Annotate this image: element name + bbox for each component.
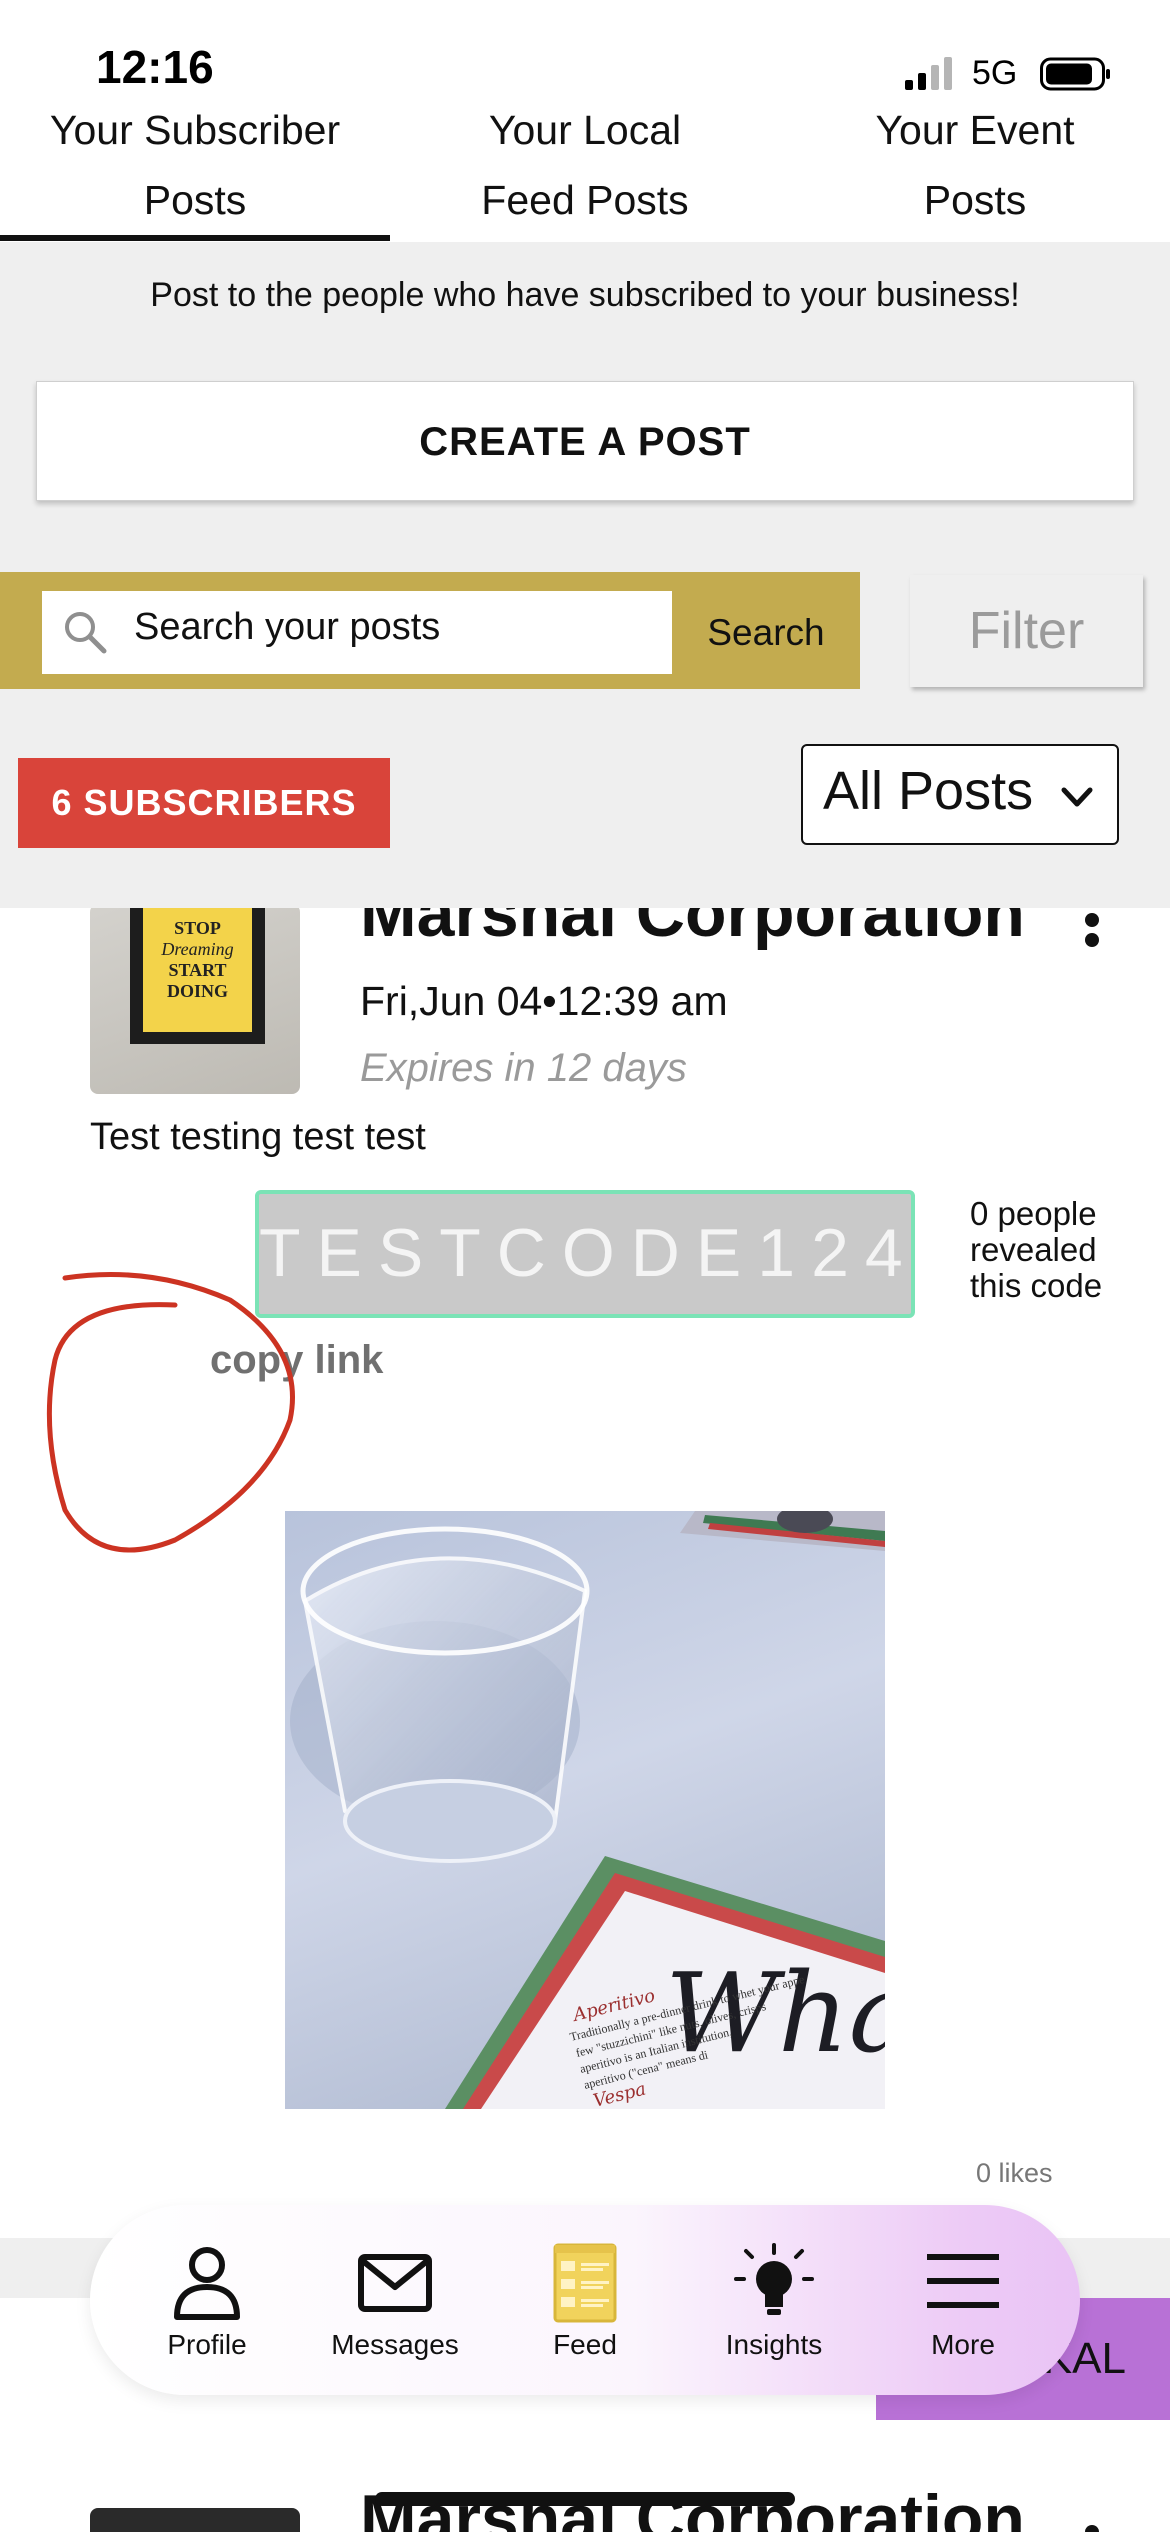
mail-icon	[358, 2254, 432, 2312]
tab-subscriber-posts[interactable]: Your Subscriber Posts	[0, 95, 390, 245]
business-name: Marshal Corporation	[360, 908, 1025, 951]
posts-filter-select[interactable]: All Posts	[801, 744, 1119, 845]
filter-button[interactable]: Filter	[910, 575, 1143, 687]
tab-label: Your Local	[488, 107, 682, 153]
reveal-line: revealed	[970, 1231, 1097, 1268]
poster-word: Dreaming	[161, 939, 234, 959]
subscribers-count-badge[interactable]: 6 SUBSCRIBERS	[18, 758, 390, 848]
create-post-button[interactable]: CREATE A POST	[36, 381, 1134, 501]
likes-count[interactable]: 0 likes	[976, 2158, 1053, 2189]
status-time: 12:16	[96, 41, 214, 93]
post-card: STOP Dreaming START DOING Marshal Corpor…	[0, 908, 1170, 2238]
photo-illustration: What Aperitivo Traditionally a pre-dinne…	[290, 1511, 885, 2109]
nav-messages[interactable]: Messages	[300, 2205, 490, 2395]
nav-more[interactable]: More	[868, 2205, 1058, 2395]
business-avatar[interactable]: STOP Dreaming START DOING	[90, 908, 300, 1094]
post-body: Test testing test test	[90, 1116, 426, 1158]
lightbulb-icon	[734, 2243, 814, 2315]
battery-icon	[1040, 57, 1110, 91]
tab-label: Your Event	[875, 107, 1075, 153]
promo-code[interactable]: TESTCODE124	[255, 1190, 915, 1318]
nav-profile[interactable]: Profile	[112, 2205, 302, 2395]
tab-event-posts[interactable]: Your Event Posts	[780, 95, 1170, 245]
reveal-line: this code	[970, 1267, 1103, 1304]
bottom-nav: Profile Messages Feed Insights More	[90, 2205, 1080, 2395]
poster-word: STOP	[174, 918, 221, 938]
tab-label: Posts	[143, 177, 247, 223]
kebab-menu-icon[interactable]	[1078, 908, 1106, 968]
poster-text: STOP Dreaming START DOING	[143, 918, 252, 1002]
tab-label: Your Subscriber	[49, 107, 341, 153]
intro-text: Post to the people who have subscribed t…	[150, 276, 1020, 314]
tab-label: Posts	[923, 177, 1027, 223]
poster-word: DOING	[166, 981, 228, 1001]
person-icon	[174, 2247, 240, 2320]
network-label: 5G	[972, 54, 1018, 92]
business-name: Marshal Corporation	[360, 2481, 1025, 2532]
active-tab-indicator	[0, 235, 390, 241]
nav-feed[interactable]: Feed	[490, 2205, 680, 2395]
nav-label: Messages	[331, 2329, 459, 2360]
chevron-down-icon	[1061, 787, 1093, 807]
post-date: Fri,Jun 04•12:39 am	[360, 978, 728, 1024]
annotation-circle	[46, 1271, 295, 1553]
nav-label: Insights	[725, 2329, 823, 2360]
reveal-line: 0 people	[970, 1195, 1097, 1232]
nav-label: Feed	[553, 2329, 617, 2360]
search-placeholder: Search your posts	[134, 606, 441, 648]
nav-label: More	[931, 2329, 995, 2360]
post-type-tabs: Your Subscriber Posts Your Local Feed Po…	[0, 95, 1170, 245]
home-indicator[interactable]	[375, 2492, 795, 2506]
code-reveal-count: 0 people revealed this code	[970, 1196, 1170, 1304]
search-icon	[65, 612, 107, 654]
feed-icon	[553, 2243, 617, 2323]
poster-word: START	[168, 960, 227, 980]
tab-local-feed-posts[interactable]: Your Local Feed Posts	[390, 95, 780, 245]
nav-label: Profile	[167, 2329, 247, 2360]
status-bar: 12:16 5G	[0, 0, 1170, 100]
kebab-menu-icon[interactable]	[1078, 2518, 1106, 2532]
menu-icon	[927, 2254, 999, 2308]
posts-select-value: All Posts	[823, 761, 1034, 821]
business-avatar[interactable]	[90, 2508, 300, 2532]
post-photo[interactable]: What Aperitivo Traditionally a pre-dinne…	[285, 1511, 885, 2109]
tab-label: Feed Posts	[481, 177, 689, 223]
search-button[interactable]: Search	[672, 591, 860, 674]
post-expiry: Expires in 12 days	[360, 1046, 687, 1090]
signal-icon	[905, 57, 952, 90]
nav-insights[interactable]: Insights	[679, 2205, 869, 2395]
